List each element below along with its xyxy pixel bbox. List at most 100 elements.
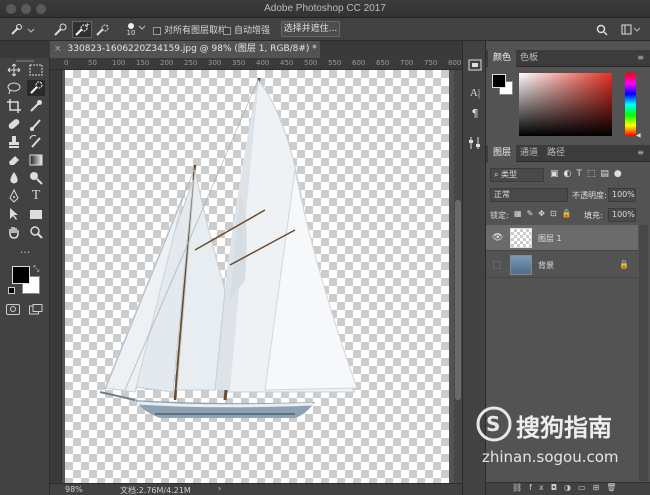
subtract-from-selection-button[interactable]: - (94, 21, 112, 38)
tab-color[interactable]: 颜色 (488, 50, 517, 67)
options-bar: + - 10 对所有图层取样 自动增强 选择并遮住... (0, 18, 650, 41)
type-tool[interactable]: T (27, 188, 45, 204)
document-tab[interactable]: × 330823-1606220Z34159.jpg @ 98% (图层 1, R… (50, 41, 320, 58)
brush-tool[interactable] (27, 116, 45, 132)
clone-stamp-tool[interactable] (5, 134, 23, 150)
panel-menu-icon[interactable]: ≡ (637, 148, 644, 157)
checkbox-box[interactable] (223, 26, 231, 35)
filter-type-icon[interactable]: T (576, 169, 587, 179)
scrollbar-thumb[interactable] (455, 200, 461, 400)
libraries-panel-button[interactable] (467, 57, 483, 73)
new-layer-icon[interactable]: ⊞ (593, 483, 607, 492)
pen-tool[interactable] (5, 188, 23, 204)
eraser-icon (9, 156, 19, 165)
workspace-switcher[interactable] (620, 21, 642, 38)
default-colors-icon[interactable] (8, 287, 15, 294)
eye-icon[interactable]: 👁 (492, 233, 503, 243)
add-mask-icon[interactable]: ◘ (551, 483, 564, 492)
color-picker-field[interactable] (519, 73, 612, 136)
add-to-selection-button[interactable]: + (72, 21, 92, 38)
tab-swatches[interactable]: 色板 (515, 50, 543, 67)
zoom-tool[interactable] (27, 224, 45, 240)
blend-mode-dropdown[interactable]: 正常 (490, 188, 568, 202)
brush-size-picker[interactable]: 10 (120, 21, 148, 38)
rectangle-tool[interactable] (27, 206, 45, 222)
eyedropper-tool[interactable] (27, 98, 45, 114)
hue-slider-handle-icon[interactable]: ◀ (636, 132, 641, 139)
eraser-tool[interactable] (5, 152, 23, 168)
gradient-tool[interactable] (27, 152, 45, 168)
tab-layers[interactable]: 图层 (488, 145, 517, 162)
foreground-color-swatch[interactable] (12, 266, 30, 284)
fx-icon[interactable]: fx (529, 483, 551, 492)
panel-menu-icon[interactable]: ≡ (637, 53, 644, 62)
layer-filter-dropdown[interactable]: ⌕ 类型 (490, 168, 544, 182)
lock-all-icon[interactable]: 🔒 (562, 209, 577, 218)
history-brush-tool[interactable] (27, 134, 45, 150)
hand-tool[interactable] (5, 224, 23, 240)
tab-paths[interactable]: 路径 (542, 145, 570, 162)
lock-artboard-icon[interactable]: ⊡ (550, 209, 562, 218)
brush-add-icon: + (75, 23, 90, 36)
sailboat-image (99, 77, 358, 418)
tool-preset-picker[interactable] (8, 21, 36, 38)
canvas-area[interactable] (62, 70, 454, 483)
checkbox-box[interactable] (153, 26, 161, 35)
path-selection-tool[interactable] (5, 206, 23, 222)
crop-tool[interactable] (5, 98, 23, 114)
tab-channels[interactable]: 通道 (515, 145, 543, 162)
close-tab-icon[interactable]: × (54, 44, 62, 54)
select-and-mask-button[interactable]: 选择并遮住... (281, 21, 340, 37)
dodge-tool[interactable] (27, 170, 45, 186)
healing-brush-tool[interactable] (5, 116, 23, 132)
status-menu-arrow-icon[interactable]: › (218, 484, 221, 493)
lock-icons-row: ▦✎✥⊡🔒 (514, 209, 577, 218)
opacity-field[interactable]: 100% (608, 188, 636, 202)
paragraph-panel-button[interactable]: ¶ (467, 105, 483, 121)
layer-row-background[interactable]: 背景 🔒 (486, 252, 638, 278)
screen-mode-button[interactable] (29, 304, 43, 315)
filter-shape-icon[interactable]: ⬚ (587, 169, 601, 179)
auto-enhance-checkbox[interactable]: 自动增强 (223, 23, 270, 36)
quick-selection-tool[interactable] (27, 80, 45, 96)
lasso-tool[interactable] (5, 80, 23, 96)
lock-transparent-icon[interactable]: ▦ (514, 209, 527, 218)
trash-icon[interactable]: 🗑 (606, 483, 623, 492)
lock-image-icon[interactable]: ✎ (527, 209, 539, 218)
stamp-icon (9, 136, 19, 148)
character-panel-button[interactable]: A| (467, 85, 483, 101)
fill-field[interactable]: 100% (608, 208, 636, 222)
zoom-level[interactable]: 98% (65, 485, 83, 494)
filter-toggle-icon[interactable]: ● (614, 169, 627, 179)
document-canvas[interactable] (65, 70, 449, 483)
link-layers-icon[interactable]: ⛓ (512, 483, 529, 492)
layer-row-layer-1[interactable]: 👁 图层 1 (486, 225, 638, 251)
sample-all-layers-checkbox[interactable]: 对所有图层取样 (153, 23, 227, 36)
search-button[interactable] (594, 21, 610, 38)
filter-pixel-icon[interactable]: ▣ (550, 169, 564, 179)
gradient-icon (29, 154, 43, 166)
filter-icons-row: ▣◐T⬚▤● (550, 169, 627, 179)
marquee-tool[interactable] (27, 62, 45, 78)
visibility-toggle[interactable] (493, 261, 501, 269)
filter-smart-object-icon[interactable]: ▤ (600, 169, 614, 179)
filter-adjustment-icon[interactable]: ◐ (564, 169, 577, 179)
new-group-icon[interactable]: ▭ (578, 483, 593, 492)
color-foreground-swatch[interactable] (492, 74, 506, 88)
adjustment-layer-icon[interactable]: ◑ (564, 483, 578, 492)
ruler-tick-label: 800 (448, 59, 462, 67)
move-tool[interactable] (5, 62, 23, 78)
vertical-scrollbar[interactable] (454, 70, 462, 483)
watermark: S 搜狗指南 zhinan.sogou.com (476, 404, 646, 474)
new-selection-button[interactable] (52, 21, 70, 38)
more-tools-button[interactable]: ··· (16, 244, 34, 260)
quick-mask-icon (10, 306, 16, 312)
hue-slider[interactable] (625, 73, 636, 136)
auto-enhance-label: 自动增强 (234, 26, 271, 36)
swap-colors-icon[interactable]: ⤡ (33, 264, 39, 274)
blur-tool[interactable] (5, 170, 23, 186)
adjustments-panel-button[interactable] (467, 135, 483, 151)
quick-mask-button[interactable] (6, 304, 20, 315)
lock-position-icon[interactable]: ✥ (538, 209, 550, 218)
pen-icon (9, 189, 19, 203)
